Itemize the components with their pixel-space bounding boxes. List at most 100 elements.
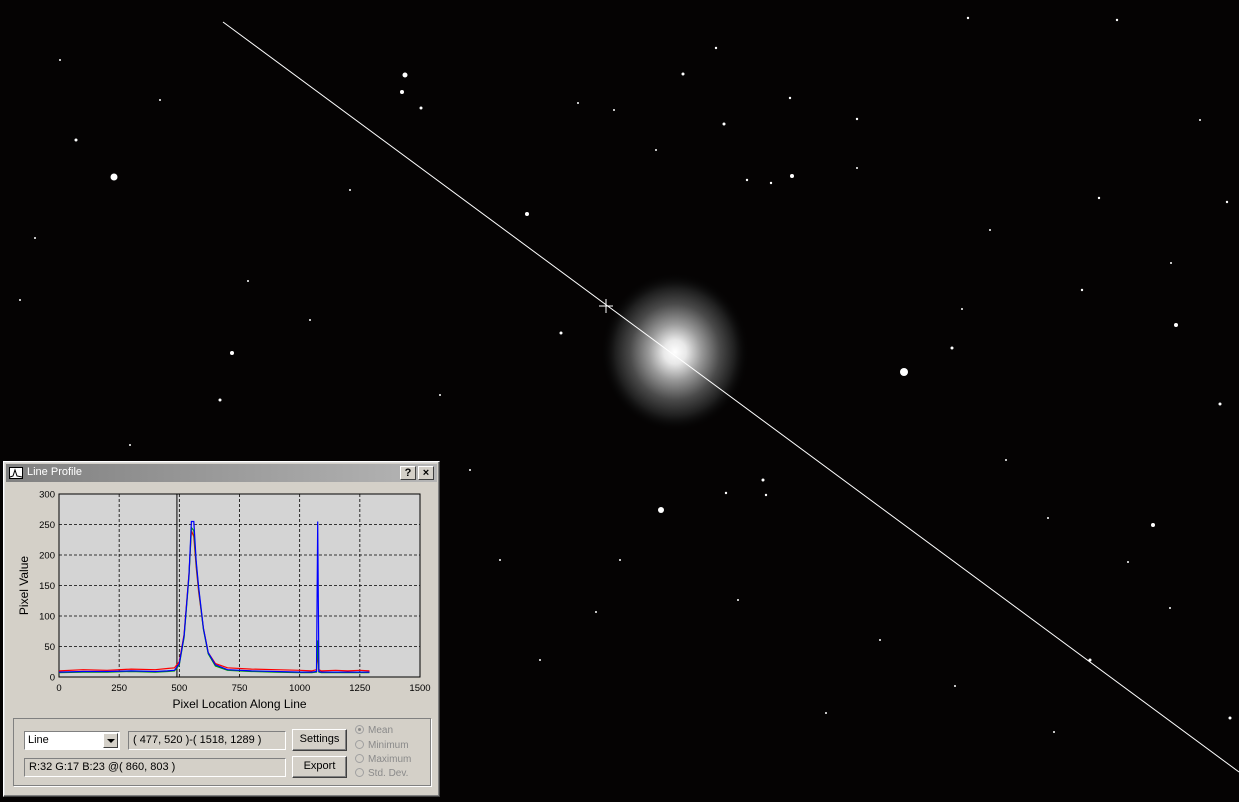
radio-mean[interactable]: Mean [355, 725, 393, 736]
y-tick-label: 200 [39, 551, 55, 562]
star [790, 174, 794, 178]
profile-chart: 0 250 500 750 1000 1250 1500 0 50 100 150 200 250 300… [17, 490, 431, 712]
y-axis-label: Pixel Value [17, 556, 31, 615]
star [1199, 119, 1201, 121]
y-tick-label: 100 [39, 612, 55, 623]
star [400, 90, 404, 94]
star [954, 685, 956, 687]
star [681, 72, 685, 76]
radio-mean-label: Mean [368, 725, 394, 736]
star [655, 149, 657, 151]
help-button[interactable]: ? [400, 466, 416, 480]
x-tick-label: 250 [111, 683, 127, 694]
x-tick-label: 500 [171, 683, 187, 694]
star [1053, 731, 1055, 733]
radio-maximum-label: Maximum [368, 754, 412, 765]
star [658, 507, 664, 513]
mode-select-value: Line [28, 734, 49, 746]
star [1174, 323, 1178, 327]
star [825, 712, 827, 714]
close-button[interactable]: × [418, 466, 434, 480]
dialog-title: Line Profile [27, 466, 83, 478]
star [19, 299, 21, 301]
dialog-titlebar[interactable]: Line Profile ? × [6, 464, 437, 482]
star [74, 138, 78, 142]
star [129, 444, 131, 446]
star [230, 351, 234, 355]
galaxy [600, 272, 750, 432]
y-tick-label: 150 [39, 581, 55, 592]
star [34, 237, 36, 239]
star [1115, 18, 1119, 22]
radio-mean-dot [355, 725, 364, 734]
star [402, 72, 408, 78]
settings-button[interactable]: Settings [292, 729, 347, 751]
star [1005, 459, 1007, 461]
radio-maximum[interactable]: Maximum [355, 754, 411, 765]
star [59, 59, 61, 61]
x-axis-label: Pixel Location Along Line [172, 697, 306, 711]
x-tick-label: 1500 [409, 683, 430, 694]
star [559, 331, 563, 335]
mode-select[interactable]: Line [24, 731, 120, 750]
star [961, 308, 963, 310]
y-tick-label: 50 [44, 642, 55, 653]
x-tick-label: 1250 [349, 683, 370, 694]
radio-minimum[interactable]: Minimum [355, 740, 409, 751]
star [309, 319, 311, 321]
x-tick-label: 0 [56, 683, 61, 694]
star [989, 229, 991, 231]
star [788, 96, 792, 100]
star [745, 178, 749, 182]
star [1169, 607, 1171, 609]
radio-maximum-dot [355, 754, 364, 763]
radio-minimum-label: Minimum [368, 740, 409, 751]
star [539, 659, 541, 661]
x-tick-label: 1000 [289, 683, 310, 694]
star [737, 599, 739, 601]
star [499, 559, 501, 561]
star [1170, 262, 1172, 264]
star [1097, 196, 1101, 200]
star [855, 117, 859, 121]
radio-std-dev-label: Std. Dev. [368, 768, 409, 779]
star [1047, 517, 1049, 519]
line-profile-icon [9, 467, 23, 479]
star [577, 102, 579, 104]
star [1151, 523, 1155, 527]
star [110, 173, 118, 181]
star [966, 16, 970, 20]
star [349, 189, 351, 191]
star [769, 181, 773, 185]
star [469, 469, 471, 471]
export-button[interactable]: Export [292, 756, 347, 778]
y-tick-label: 300 [39, 490, 55, 501]
star [1127, 561, 1129, 563]
line-profile-dialog[interactable]: Line Profile ? × 0 250 500 750 1000 1250 1500 0… [3, 461, 440, 797]
star [1225, 200, 1229, 204]
chevron-down-icon[interactable] [103, 733, 118, 748]
star [1080, 288, 1084, 292]
star [714, 46, 718, 50]
star [764, 493, 768, 497]
pixel-info-text: R:32 G:17 B:23 @( 860, 803 ) [29, 761, 176, 773]
x-tick-label: 750 [232, 683, 248, 694]
radio-minimum-dot [355, 740, 364, 749]
star [619, 559, 621, 561]
y-tick-label: 250 [39, 520, 55, 531]
line-coordinates-field: ( 477, 520 )-( 1518, 1289 ) [128, 731, 286, 750]
star [856, 167, 858, 169]
line-coordinates-text: ( 477, 520 )-( 1518, 1289 ) [133, 734, 262, 746]
star [761, 478, 765, 482]
star [218, 398, 222, 402]
pixel-info-field: R:32 G:17 B:23 @( 860, 803 ) [24, 758, 286, 777]
radio-std-dev-dot [355, 768, 364, 777]
star [1228, 716, 1232, 720]
star [159, 99, 161, 101]
radio-std-dev[interactable]: Std. Dev. [355, 768, 408, 779]
star [879, 639, 881, 641]
star [1218, 402, 1222, 406]
y-tick-label: 0 [50, 673, 55, 684]
star [525, 212, 529, 216]
star [950, 346, 954, 350]
